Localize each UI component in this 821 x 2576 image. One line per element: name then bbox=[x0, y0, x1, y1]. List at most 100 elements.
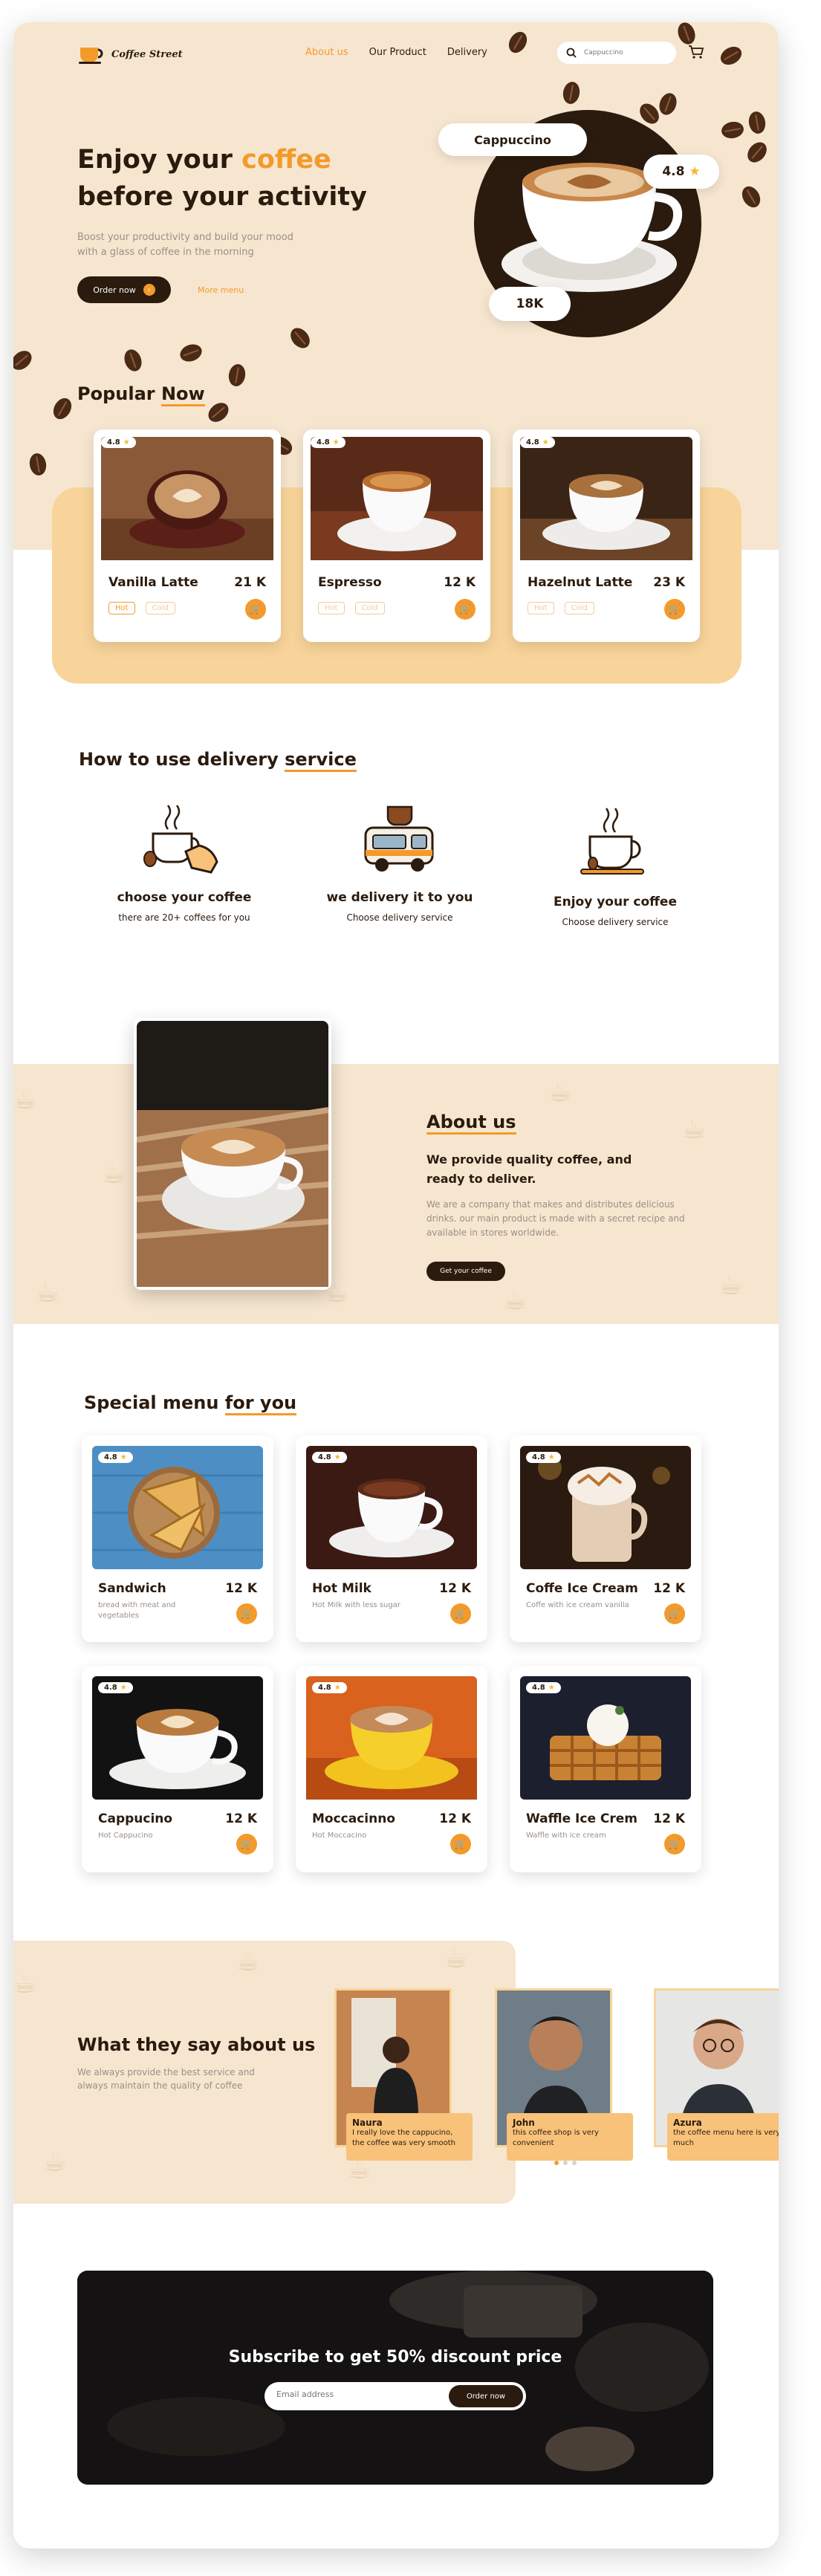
star-icon: ★ bbox=[689, 164, 701, 179]
menu-item-desc: bread with meat and vegetables bbox=[98, 1601, 176, 1620]
logo[interactable]: Coffee Street bbox=[79, 45, 183, 64]
menu-card-cappucino[interactable]: 4.8 ★ Cappucino 12 K Hot Cappucino 🛒 bbox=[82, 1666, 273, 1872]
popular-title-accent: Now bbox=[160, 383, 205, 406]
cup-pattern-icon: ☕ bbox=[103, 1159, 127, 1190]
step-title: we delivery it to you bbox=[326, 890, 473, 905]
tag-cold[interactable]: Cold bbox=[354, 602, 385, 614]
cart-icon[interactable] bbox=[688, 45, 704, 59]
step-title: Enjoy your coffee bbox=[554, 895, 677, 909]
menu-card-waffle-ice-crem[interactable]: 4.8 ★ Waffle Ice Crem 12 K Waffle with ic… bbox=[510, 1666, 701, 1872]
nav-link-about[interactable]: About us bbox=[305, 47, 348, 58]
menu-card-hot-milk[interactable]: 4.8 ★ Hot Milk 12 K Hot Milk with less su… bbox=[296, 1435, 487, 1642]
rating-badge: 4.8 ★ bbox=[311, 437, 345, 448]
hazelnut-latte-image bbox=[520, 437, 692, 560]
rating-value: 4.8 bbox=[532, 1684, 545, 1692]
add-to-cart-button[interactable]: 🛒 bbox=[455, 599, 476, 620]
menu-item-price: 12 K bbox=[439, 1811, 471, 1826]
testimonial-text: the coffee menu here is very much bbox=[673, 2129, 779, 2147]
popular-title-plain: Popular bbox=[77, 383, 155, 404]
product-name: Hazelnut Latte bbox=[528, 575, 633, 590]
rating-badge: 4.8 ★ bbox=[98, 1682, 133, 1693]
search-input[interactable] bbox=[584, 49, 666, 56]
special-title-accent: for you bbox=[224, 1392, 297, 1415]
hero-title-line2: before your activity bbox=[77, 182, 367, 212]
cart-icon: 🛒 bbox=[458, 603, 472, 615]
cup-pattern-icon: ☕ bbox=[719, 1271, 744, 1301]
temperature-tags: Hot Cold bbox=[318, 602, 385, 614]
add-to-cart-button[interactable]: 🛒 bbox=[664, 1603, 685, 1624]
add-to-cart-button[interactable]: 🛒 bbox=[236, 1834, 257, 1855]
about-headline: We provide quality coffee, and ready to … bbox=[426, 1152, 632, 1186]
tag-hot[interactable]: Hot bbox=[108, 602, 135, 614]
more-menu-link[interactable]: More menu bbox=[198, 285, 244, 295]
menu-item-name: Coffe Ice Cream bbox=[526, 1581, 638, 1596]
subscribe-order-button[interactable]: Order now bbox=[449, 2385, 523, 2407]
star-icon: ★ bbox=[542, 438, 549, 447]
order-now-label: Order now bbox=[93, 285, 136, 295]
delivery-title: How to use delivery service bbox=[79, 749, 357, 772]
product-card-espresso[interactable]: 4.8 ★ Espresso 12 K Hot Cold 🛒 bbox=[303, 429, 490, 642]
rating-value: 4.8 bbox=[104, 1453, 117, 1461]
nav-link-delivery[interactable]: Delivery bbox=[447, 47, 487, 58]
popular-title: Popular Now bbox=[77, 383, 205, 406]
product-name: Espresso bbox=[318, 575, 382, 590]
logo-cup-icon bbox=[79, 48, 103, 64]
rating-badge: 4.8 ★ bbox=[520, 437, 555, 448]
email-input[interactable] bbox=[276, 2390, 425, 2399]
rating-value: 4.8 bbox=[104, 1684, 117, 1692]
cart-icon: 🛒 bbox=[454, 1838, 467, 1850]
star-icon: ★ bbox=[120, 1684, 127, 1692]
tag-hot[interactable]: Hot bbox=[318, 602, 345, 614]
tag-cold[interactable]: Cold bbox=[145, 602, 175, 614]
hero-title: Enjoy your coffee before your activity bbox=[77, 141, 367, 215]
add-to-cart-button[interactable]: 🛒 bbox=[664, 1834, 685, 1855]
add-to-cart-button[interactable]: 🛒 bbox=[245, 599, 266, 620]
add-to-cart-button[interactable]: 🛒 bbox=[450, 1603, 471, 1624]
add-to-cart-button[interactable]: 🛒 bbox=[236, 1603, 257, 1624]
step-desc: Choose delivery service bbox=[346, 912, 453, 923]
testimonial-quote-john: John this coffee shop is very convenient bbox=[507, 2113, 633, 2161]
nav-link-product[interactable]: Our Product bbox=[369, 47, 426, 58]
step-title: choose your coffee bbox=[117, 890, 252, 905]
cup-pattern-icon: ☕ bbox=[13, 1085, 38, 1115]
moccacinno-image bbox=[306, 1676, 477, 1800]
get-coffee-button[interactable]: Get your coffee bbox=[426, 1262, 505, 1281]
menu-item-desc: Hot Milk with less sugar bbox=[312, 1601, 400, 1609]
carousel-dot[interactable] bbox=[572, 2161, 577, 2165]
carousel-dot-active[interactable] bbox=[554, 2161, 559, 2165]
cart-icon: 🛒 bbox=[454, 1608, 467, 1620]
hero-product-label: Cappuccino bbox=[438, 123, 587, 156]
testimonials-subtitle: We always provide the best service and a… bbox=[77, 2067, 255, 2091]
menu-card-coffe-ice-cream[interactable]: 4.8 ★ Coffe Ice Cream 12 K Coffe with ice… bbox=[510, 1435, 701, 1642]
carousel-dot[interactable] bbox=[563, 2161, 568, 2165]
menu-item-name: Sandwich bbox=[98, 1581, 166, 1596]
product-card-vanilla-latte[interactable]: 4.8 ★ Vanilla Latte 21 K Hot Cold 🛒 bbox=[94, 429, 281, 642]
menu-card-sandwich[interactable]: 4.8 ★ Sandwich 12 K bread with meat and v… bbox=[82, 1435, 273, 1642]
sandwich-image bbox=[92, 1446, 263, 1569]
cup-pattern-icon: ☕ bbox=[36, 1278, 60, 1308]
waffle-ice-crem-image bbox=[520, 1676, 691, 1800]
menu-card-moccacinno[interactable]: 4.8 ★ Moccacinno 12 K Hot Moccacino 🛒 bbox=[296, 1666, 487, 1872]
delivery-step-1: choose your coffee there are 20+ coffees… bbox=[88, 799, 281, 923]
tag-hot[interactable]: Hot bbox=[528, 602, 554, 614]
special-title: Special menu for you bbox=[84, 1392, 297, 1415]
rating-value: 4.8 bbox=[532, 1453, 545, 1461]
special-title-plain: Special menu bbox=[84, 1392, 219, 1413]
hero-subtitle: Boost your productivity and build your m… bbox=[77, 232, 293, 258]
subscribe-banner: Subscribe to get 50% discount price Orde… bbox=[77, 2271, 713, 2485]
rating-value: 4.8 bbox=[107, 438, 120, 447]
star-icon: ★ bbox=[332, 438, 340, 447]
add-to-cart-button[interactable]: 🛒 bbox=[664, 599, 685, 620]
tag-cold[interactable]: Cold bbox=[564, 602, 594, 614]
hero-count-badge: 18K bbox=[489, 287, 571, 321]
product-card-hazelnut-latte[interactable]: 4.8 ★ Hazelnut Latte 23 K Hot Cold 🛒 bbox=[513, 429, 700, 642]
hero-title-accent: coffee bbox=[241, 145, 331, 175]
menu-item-desc: Hot Moccacino bbox=[312, 1832, 367, 1840]
cup-pattern-icon: ☕ bbox=[682, 1115, 707, 1145]
order-now-button[interactable]: Order now › bbox=[77, 276, 171, 303]
cup-pattern-icon: ☕ bbox=[13, 1969, 38, 1999]
page: Coffee Street About us Our Product Deliv… bbox=[13, 22, 779, 2549]
add-to-cart-button[interactable]: 🛒 bbox=[450, 1834, 471, 1855]
cart-icon: 🛒 bbox=[240, 1838, 253, 1850]
search-bar[interactable] bbox=[557, 42, 676, 64]
